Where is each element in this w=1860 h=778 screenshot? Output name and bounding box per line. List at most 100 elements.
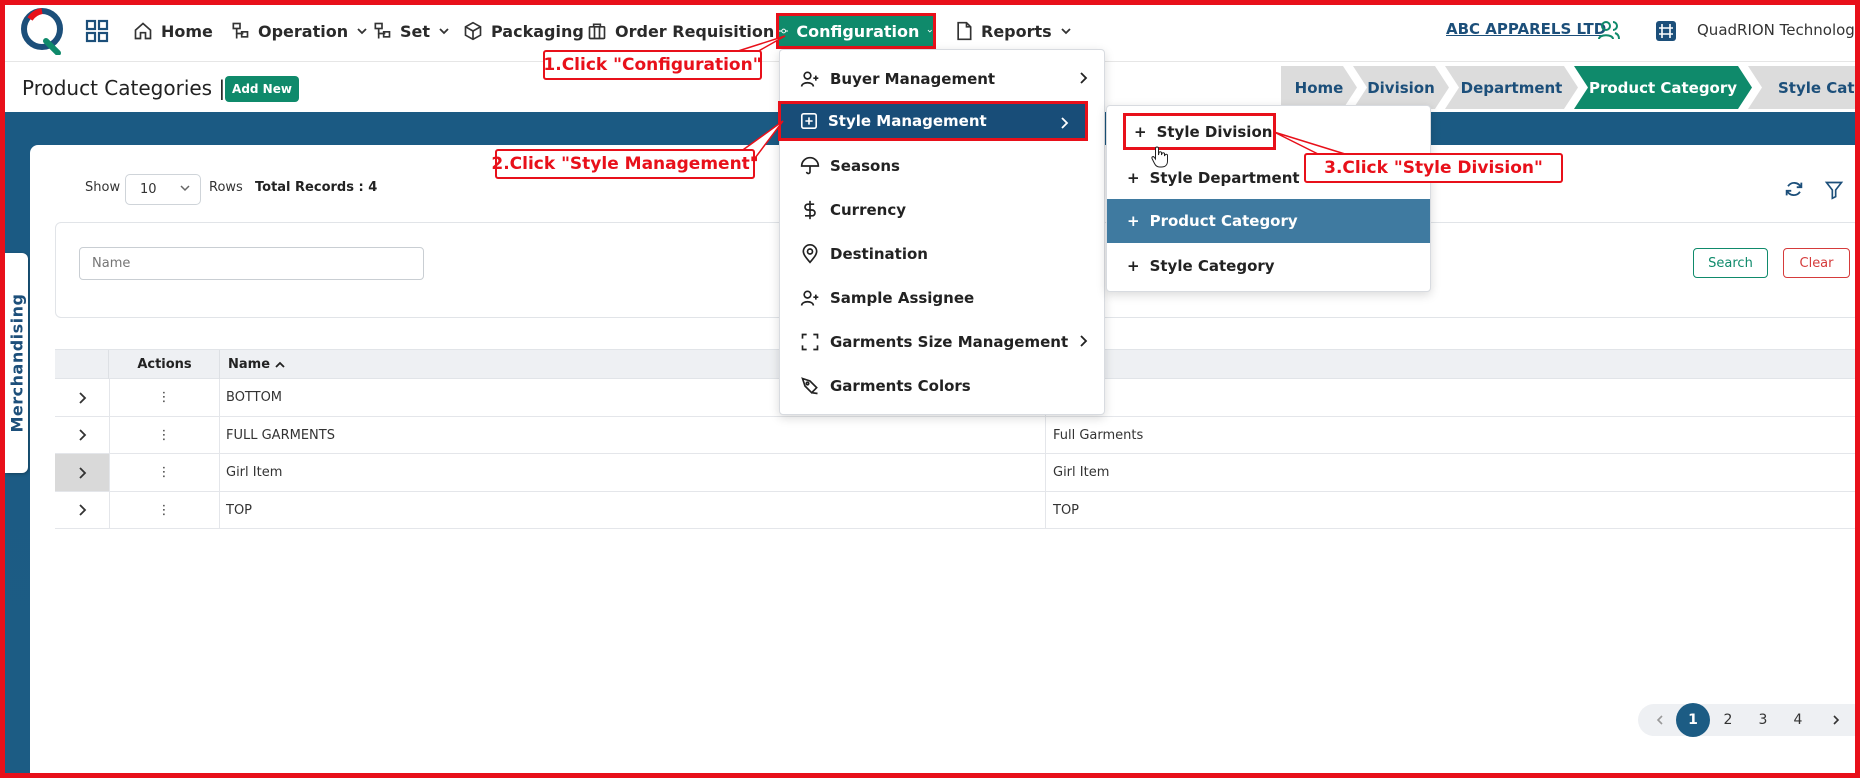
pen-tool-icon (801, 377, 818, 395)
nav-reports[interactable]: Reports (955, 18, 1072, 44)
table-row[interactable]: ⋮ FULL GARMENTS Full Garments (55, 416, 1860, 454)
row-actions-kebab-icon[interactable]: ⋮ (109, 417, 219, 454)
sidebar-label: Merchandising (7, 293, 26, 433)
nav-packaging-label: Packaging (491, 21, 584, 41)
nav-configuration[interactable]: Configuration (776, 13, 936, 49)
row-actions-kebab-icon[interactable]: ⋮ (109, 492, 219, 529)
user-plus-icon (800, 290, 819, 306)
hand-cursor-icon (1151, 146, 1168, 168)
menu-item-label: Sample Assignee (830, 289, 975, 307)
menu-item-currency[interactable]: Currency (780, 190, 1104, 230)
submenu-item-style-category[interactable]: + Style Category (1107, 244, 1430, 288)
users-icon[interactable] (1597, 18, 1621, 42)
callout-step-2: 2.Click "Style Management" (491, 149, 759, 179)
breadcrumb-style-category[interactable]: Style Cate (1748, 66, 1860, 109)
nav-home[interactable]: Home (133, 18, 213, 44)
rows-per-page-select[interactable]: 10 (125, 174, 201, 205)
breadcrumb-department[interactable]: Department (1445, 66, 1578, 109)
menu-item-label: Garments Colors (830, 377, 971, 395)
breadcrumb: Home Division Department Product Categor… (1281, 66, 1860, 109)
menu-item-label: Destination (830, 245, 928, 263)
name-search-input[interactable] (79, 247, 424, 280)
menu-item-label: Garments Size Management (830, 333, 1069, 351)
grid-hash-icon[interactable] (1655, 20, 1677, 42)
nav-operation-label: Operation (258, 21, 349, 41)
apps-grid-icon[interactable] (85, 19, 109, 43)
table-row[interactable]: ⋮ Girl Item Girl Item (55, 454, 1860, 492)
menu-item-seasons[interactable]: Seasons (780, 146, 1104, 186)
menu-item-garments-colors[interactable]: Garments Colors (780, 366, 1104, 406)
callout-step-1: 1.Click "Configuration" (543, 50, 762, 80)
show-label: Show (85, 180, 121, 195)
company-link[interactable]: ABC APPARELS LTD (1446, 20, 1606, 38)
menu-item-label: Currency (830, 201, 907, 219)
rows-per-page-value: 10 (140, 182, 157, 197)
header-description[interactable]: ion (1045, 350, 1860, 379)
menu-item-buyer-management[interactable]: Buyer Management (780, 59, 1104, 99)
page-title: Product Categories | (22, 76, 226, 100)
home-icon (134, 22, 152, 40)
nav-operation[interactable]: Operation (230, 18, 368, 44)
app-logo-icon[interactable] (20, 7, 66, 55)
nav-reports-label: Reports (981, 21, 1052, 41)
search-button[interactable]: Search (1693, 248, 1768, 278)
commit-icon (779, 28, 789, 34)
breadcrumb-product-category[interactable]: Product Category (1574, 66, 1752, 109)
row-description: TOP (1053, 502, 1080, 518)
nav-configuration-label: Configuration (796, 21, 920, 41)
nav-order-requisition-label: Order Requisition (615, 21, 775, 41)
menu-item-style-management[interactable]: Style Management (778, 101, 1088, 141)
chevron-right-icon (1061, 117, 1069, 129)
rows-label: Rows (209, 180, 243, 195)
dollar-icon (804, 200, 816, 220)
submenu-item-product-category[interactable]: + Product Category (1107, 199, 1430, 243)
row-expand-chevron-icon[interactable] (55, 492, 109, 529)
breadcrumb-division[interactable]: Division (1353, 66, 1449, 109)
nav-set[interactable]: Set (372, 18, 450, 44)
page-3-button[interactable]: 3 (1753, 704, 1773, 736)
chevron-down-icon (928, 29, 933, 33)
menu-item-destination[interactable]: Destination (780, 234, 1104, 274)
refresh-icon[interactable] (1783, 178, 1805, 200)
menu-item-sample-assignee[interactable]: Sample Assignee (780, 278, 1104, 318)
document-icon (957, 21, 972, 41)
nav-set-label: Set (400, 21, 431, 41)
nav-order-requisition[interactable]: Order Requisition (587, 18, 794, 44)
menu-item-label: Seasons (830, 157, 900, 175)
sidebar-merchandising-tab[interactable]: Merchandising (5, 253, 28, 473)
plus-icon: + (1127, 257, 1140, 275)
page-2-button[interactable]: 2 (1718, 704, 1738, 736)
filter-icon[interactable] (1824, 180, 1844, 200)
submenu-item-label: Style Department (1149, 169, 1300, 187)
add-new-button[interactable]: Add New (225, 76, 299, 102)
submenu-item-style-division[interactable]: + Style Division (1123, 113, 1276, 150)
submenu-item-label: Style Division (1156, 122, 1273, 141)
chevron-down-icon (180, 185, 190, 192)
row-name: Girl Item (226, 465, 283, 480)
row-description: Girl Item (1053, 465, 1110, 480)
page-1-button[interactable]: 1 (1676, 703, 1710, 737)
page-4-button[interactable]: 4 (1788, 704, 1808, 736)
menu-item-label: Style Management (828, 112, 987, 130)
box-icon (464, 21, 482, 41)
prev-page-chevron-icon[interactable] (1650, 704, 1670, 736)
nav-packaging[interactable]: Packaging (463, 18, 584, 44)
chevron-right-icon (1080, 335, 1088, 347)
clear-button[interactable]: Clear (1783, 248, 1850, 278)
chevron-down-icon (1061, 28, 1071, 35)
menu-item-garments-size-management[interactable]: Garments Size Management (780, 322, 1104, 362)
pagination: 1 2 3 4 (1638, 703, 1860, 737)
expand-icon (801, 333, 819, 351)
next-page-chevron-icon[interactable] (1826, 704, 1846, 736)
briefcase-icon (588, 23, 606, 40)
flow-icon (232, 22, 249, 39)
row-description: Full Garments (1053, 427, 1144, 443)
breadcrumb-home[interactable]: Home (1281, 66, 1357, 109)
row-actions-kebab-icon[interactable]: ⋮ (109, 454, 219, 491)
row-expand-chevron-icon[interactable] (55, 454, 109, 491)
row-expand-chevron-icon[interactable] (55, 379, 109, 416)
plus-icon: + (1127, 212, 1140, 230)
row-expand-chevron-icon[interactable] (55, 417, 109, 454)
row-actions-kebab-icon[interactable]: ⋮ (109, 379, 219, 416)
table-row[interactable]: ⋮ TOP TOP (55, 491, 1860, 529)
